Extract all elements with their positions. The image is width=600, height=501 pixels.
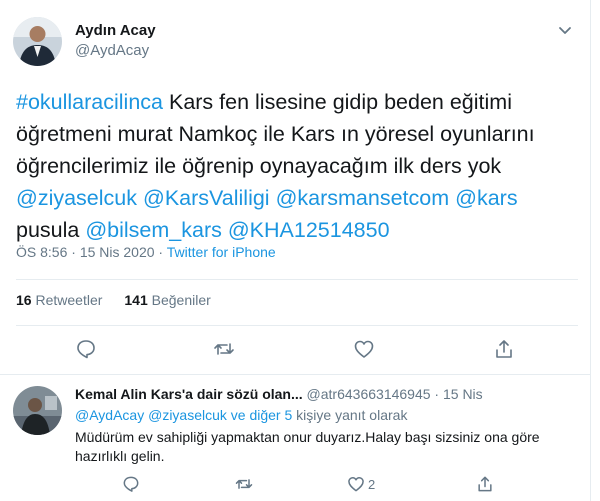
tweet-text-segment: pusula [16, 218, 80, 242]
reply-text: Müdürüm ev sahipliği yapmaktan onur duya… [75, 429, 540, 464]
mention-link[interactable]: @kars [455, 186, 517, 210]
reply-icon[interactable] [121, 474, 141, 494]
reply-author-avatar[interactable] [13, 386, 62, 435]
share-icon[interactable] [492, 337, 516, 361]
likes-label: Beğeniler [151, 292, 211, 308]
share-icon[interactable] [475, 474, 495, 494]
likes-stat[interactable]: 141 Beğeniler [124, 292, 210, 308]
retweets-count: 16 [16, 292, 32, 308]
divider [16, 325, 578, 326]
retweet-icon[interactable] [234, 474, 254, 494]
tweet-date[interactable]: 15 Nis 2020 [80, 244, 155, 260]
tweet-stats: 16 Retweetler 141 Beğeniler [16, 292, 211, 308]
tweet-time[interactable]: ÖS 8:56 [16, 244, 67, 260]
reply-like-count: 2 [368, 477, 376, 492]
chevron-down-icon[interactable] [553, 18, 577, 42]
tweet-source-link[interactable]: Twitter for iPhone [167, 244, 276, 260]
reply-author-handle[interactable]: @atr643663146945 [307, 386, 431, 402]
author-handle[interactable]: @AydAcay [75, 42, 149, 59]
tweet-detail-panel: Aydın Acay @AydAcay #okullaracilinca Kar… [0, 0, 591, 501]
tweet-meta: ÖS 8:56 · 15 Nis 2020 · Twitter for iPho… [16, 244, 276, 260]
mention-link[interactable]: @ziyaselcuk [16, 186, 137, 210]
mention-link[interactable]: @KarsValiligi [143, 186, 270, 210]
retweets-stat[interactable]: 16 Retweetler [16, 292, 102, 308]
like-icon[interactable] [352, 337, 376, 361]
tweet-text-segment: öğrencilerimiz ile öğrenip oynayacağım i… [16, 154, 502, 178]
author-name[interactable]: Aydın Acay [75, 22, 156, 39]
author-avatar[interactable] [13, 17, 62, 66]
tweet-text-segment: Kars fen lisesine gidip beden eğitimi [163, 90, 512, 114]
meta-separator: · [154, 244, 167, 260]
meta-separator: · [430, 386, 443, 402]
mention-link[interactable]: @bilsem_kars [85, 218, 222, 242]
mention-link[interactable]: @karsmansetcom [276, 186, 450, 210]
tweet-text-segment: öğretmeni murat Namkoç ile Kars ın yöres… [16, 122, 535, 146]
retweets-label: Retweetler [35, 292, 103, 308]
mention-link[interactable]: @KHA12514850 [228, 218, 390, 242]
tweet-text: #okullaracilinca Kars fen lisesine gidip… [16, 86, 581, 246]
replying-to-suffix: kişiye yanıt olarak [292, 407, 408, 423]
retweet-icon[interactable] [212, 337, 236, 361]
reply-header: Kemal Alin Kars'a dair sözü olan... @atr… [75, 386, 483, 402]
reply-author-name[interactable]: Kemal Alin Kars'a dair sözü olan... [75, 386, 303, 402]
mention-others-link[interactable]: @ziyaselcuk ve diğer 5 [148, 407, 292, 423]
like-icon[interactable] [346, 474, 366, 494]
meta-separator: · [67, 244, 80, 260]
likes-count: 141 [124, 292, 148, 308]
reply-date[interactable]: 15 Nis [443, 386, 483, 402]
hashtag-link[interactable]: #okullaracilinca [16, 90, 163, 114]
reply-icon[interactable] [74, 337, 98, 361]
mention-link[interactable]: @AydAcay [75, 407, 144, 423]
divider [0, 374, 591, 375]
divider [16, 279, 578, 280]
replying-to: @AydAcay @ziyaselcuk ve diğer 5 kişiye y… [75, 407, 407, 423]
